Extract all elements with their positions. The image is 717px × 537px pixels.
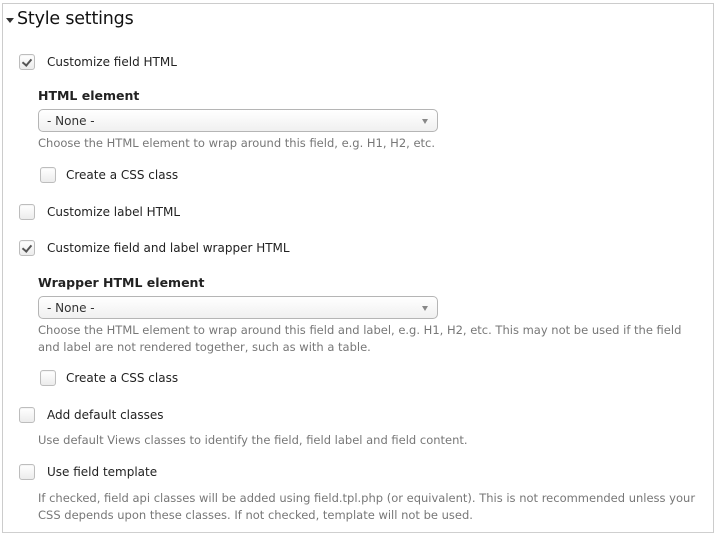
html-element-value: - None - bbox=[47, 114, 95, 128]
customize-label-label[interactable]: Customize label HTML bbox=[47, 205, 180, 219]
customize-wrapper-checkbox[interactable] bbox=[19, 240, 35, 256]
default-classes-description: Use default Views classes to identify th… bbox=[38, 433, 468, 447]
style-settings-fieldset bbox=[2, 3, 714, 533]
field-css-class-checkbox[interactable] bbox=[40, 167, 56, 183]
html-element-label: HTML element bbox=[38, 88, 140, 103]
customize-label-row[interactable]: Customize label HTML bbox=[19, 204, 180, 220]
html-element-description: Choose the HTML element to wrap around t… bbox=[38, 136, 436, 150]
html-element-select[interactable]: - None - bbox=[38, 109, 438, 132]
customize-field-label[interactable]: Customize field HTML bbox=[47, 55, 177, 69]
section-title: Style settings bbox=[17, 9, 134, 29]
dropdown-arrow-icon bbox=[422, 306, 428, 311]
field-css-class-label[interactable]: Create a CSS class bbox=[66, 168, 178, 182]
field-template-label[interactable]: Use field template bbox=[47, 465, 157, 479]
customize-field-checkbox[interactable] bbox=[19, 54, 35, 70]
field-template-checkbox[interactable] bbox=[19, 464, 35, 480]
wrapper-element-label: Wrapper HTML element bbox=[38, 275, 205, 290]
customize-field-row[interactable]: Customize field HTML bbox=[19, 54, 177, 70]
wrapper-element-value: - None - bbox=[47, 301, 95, 315]
customize-wrapper-label[interactable]: Customize field and label wrapper HTML bbox=[47, 241, 290, 255]
default-classes-label[interactable]: Add default classes bbox=[47, 408, 164, 422]
wrapper-css-class-row[interactable]: Create a CSS class bbox=[40, 370, 178, 386]
field-template-description: If checked, field api classes will be ad… bbox=[38, 491, 696, 522]
wrapper-element-select[interactable]: - None - bbox=[38, 296, 438, 319]
default-classes-row[interactable]: Add default classes bbox=[19, 407, 164, 423]
default-classes-checkbox[interactable] bbox=[19, 407, 35, 423]
wrapper-css-class-label[interactable]: Create a CSS class bbox=[66, 371, 178, 385]
field-css-class-row[interactable]: Create a CSS class bbox=[40, 167, 178, 183]
dropdown-arrow-icon bbox=[422, 119, 428, 124]
style-settings-toggle[interactable]: Style settings bbox=[6, 9, 134, 29]
field-template-row[interactable]: Use field template bbox=[19, 464, 157, 480]
wrapper-element-description: Choose the HTML element to wrap around t… bbox=[38, 323, 682, 354]
collapse-triangle-icon bbox=[6, 17, 14, 23]
wrapper-css-class-checkbox[interactable] bbox=[40, 370, 56, 386]
customize-label-checkbox[interactable] bbox=[19, 204, 35, 220]
customize-wrapper-row[interactable]: Customize field and label wrapper HTML bbox=[19, 240, 290, 256]
